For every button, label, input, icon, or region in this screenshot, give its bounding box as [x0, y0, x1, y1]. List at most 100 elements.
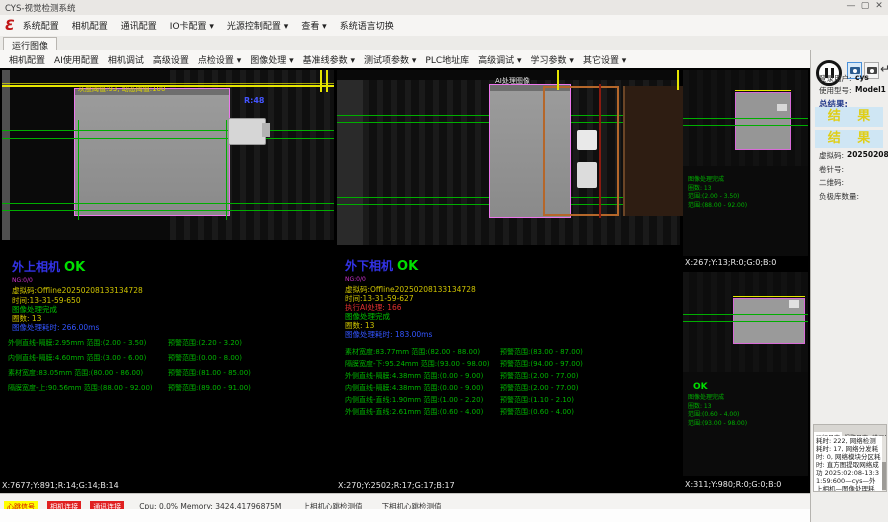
left-overlay-yellow-line-a	[2, 83, 334, 84]
thumb1-pixel-readout: X:267;Y:13;R:0;G:0;B:0	[685, 258, 776, 267]
middle-pixel-readout: X:270;Y:2502;R:17;G:17;B:17	[338, 481, 455, 490]
menu-item-camera-config[interactable]: 相机配置	[72, 19, 108, 32]
left-connector-tip	[262, 123, 270, 137]
menu-item-system-config[interactable]: 系统配置	[23, 19, 59, 32]
menu-item-light-config[interactable]: 光源控制配置 ▾	[227, 19, 288, 32]
middle-camera-name: 外下相机	[345, 259, 393, 273]
thumb2-pixel-readout: X:311;Y:980;R:0;G:0;B:0	[685, 480, 781, 489]
middle-camera-viewport[interactable]: AI处理图像	[337, 70, 680, 245]
middle-machinery-block	[623, 86, 685, 216]
left-yellow-vseg-b	[326, 70, 328, 92]
middle-camera-title: 外下相机 OK	[345, 255, 418, 274]
left-yellow-vseg-a	[320, 70, 322, 92]
tool-advanced-debug[interactable]: 高级调试 ▾	[478, 53, 521, 66]
result-box-1: 结 果	[815, 107, 883, 127]
tool-advanced-settings[interactable]: 高级设置	[153, 53, 189, 66]
middle-orange-roi	[543, 86, 619, 216]
left-camera-title: 外上相机OK	[12, 256, 85, 275]
menu-item-comm-config[interactable]: 通讯配置	[121, 19, 157, 32]
tool-image-processing[interactable]: 图像处理 ▾	[250, 53, 293, 66]
left-r-overlay: R:48	[244, 96, 265, 105]
tool-plc-address[interactable]: PLC地址库	[425, 53, 469, 66]
menu-item-language[interactable]: 系统语言切换	[340, 19, 394, 32]
thumb2-line-3: 范围:(93.00 - 98.00)	[688, 420, 747, 429]
return-arrow-icon: ↵	[880, 62, 888, 76]
middle-measure-3: 内侧直线-隔膜:4.38mm 范围:(0.00 - 9.00)	[345, 383, 483, 393]
log-content[interactable]: 耗时: 222, 网络检测耗时: 17, 网络分发耗时: 0, 网络模块分区耗时…	[814, 436, 886, 491]
thumb2-green-line-a	[683, 314, 808, 315]
left-overlay-green-line-c	[2, 203, 334, 204]
left-info-block: 外上相机OK NG:0/0 虚拟码:Offline202502081331347…	[2, 238, 334, 493]
maximize-button[interactable]: ▢	[858, 1, 872, 11]
middle-bright-blob-a	[577, 130, 597, 150]
return-arrow-button[interactable]: ↵	[880, 62, 888, 76]
status-bar-lower-strip	[0, 509, 810, 522]
middle-warn-4: 预警范围:(1.10 - 2.10)	[500, 395, 574, 405]
left-camera-viewport[interactable]: 灰度阈值:93, 动态阈值:100 R:48	[2, 70, 334, 240]
left-measure-2: 素材宽度:83.05mm 范围:(80.00 - 86.00)	[8, 368, 143, 378]
thumb2-green-line-b	[683, 321, 808, 322]
tool-learning-params[interactable]: 学习参数 ▾	[531, 53, 574, 66]
result-box-2: 结 果	[815, 130, 883, 148]
tool-ai-config[interactable]: AI使用配置	[54, 53, 99, 66]
tool-camera-config[interactable]: 相机配置	[9, 53, 45, 66]
menu-item-view[interactable]: 查看 ▾	[301, 19, 326, 32]
left-warn-2: 预警范围:(81.00 - 85.00)	[168, 368, 251, 378]
middle-ai-overlay: AI处理图像	[495, 76, 530, 86]
middle-ng-count: NG:0/0	[345, 276, 366, 283]
left-connector-blob	[228, 118, 266, 145]
log-tab-strip: 运行日志报警日志错误日志	[814, 425, 886, 436]
thumb1-line-2: 范围:(2.00 - 3.50)	[688, 193, 747, 202]
middle-yellow-vseg-b	[677, 70, 679, 90]
left-threshold-overlay: 灰度阈值:93, 动态阈值:100	[78, 84, 165, 94]
log-scrollbar[interactable]	[882, 436, 886, 491]
status-bar: 心跳信号 相机连接 通讯连接 Cpu: 0.0% Memory: 3424.41…	[0, 493, 810, 522]
tool-spot-check[interactable]: 点检设置 ▾	[198, 53, 241, 66]
middle-bright-blob-b	[577, 162, 597, 188]
middle-measure-1: 隔膜宽度-下:95.24mm 范围:(93.00 - 98.00)	[345, 359, 490, 369]
left-result-ok: OK	[64, 260, 85, 275]
thumb1-line-0: 图像处理完成	[688, 176, 747, 185]
user-label: 登录用户:	[819, 73, 852, 84]
middle-measure-0: 素材宽度:83.77mm 范围:(82.00 - 88.00)	[345, 347, 480, 357]
toolbar: 相机配置 AI使用配置 相机调试 高级设置 点检设置 ▾ 图像处理 ▾ 基准线参…	[0, 50, 810, 69]
tool-camera-debug[interactable]: 相机调试	[108, 53, 144, 66]
app-window: CYS-视觉检测系统 — ▢ ✕ Ɛ 系统配置 相机配置 通讯配置 IO卡配置 …	[0, 0, 888, 522]
thumb2-camera-viewport[interactable]: OK 图像处理完成 圈数: 13 范围:(0.60 - 4.00) 范围:(93…	[683, 272, 808, 476]
thumb1-line-1: 圈数: 13	[688, 185, 747, 194]
tool-baseline-params[interactable]: 基准线参数 ▾	[303, 53, 355, 66]
log-text: 耗时: 222, 网络检测耗时: 17, 网络分发耗时: 0, 网络模块分区耗时…	[814, 436, 886, 491]
close-button[interactable]: ✕	[872, 1, 886, 11]
thumb2-line-0: 图像处理完成	[688, 394, 747, 403]
left-image-edge	[2, 70, 10, 240]
menu-bar: Ɛ 系统配置 相机配置 通讯配置 IO卡配置 ▾ 光源控制配置 ▾ 查看 ▾ 系…	[0, 15, 888, 36]
thumb2-status-bar: X:311;Y:980;R:0;G:0;B:0	[683, 478, 808, 492]
virtual-code-label: 虚拟码:	[819, 150, 844, 161]
middle-result-ok: OK	[397, 259, 418, 274]
left-overlay-green-vline-b	[226, 120, 227, 220]
left-pixel-readout: X:7677;Y:891;R:14;G:14;B:14	[2, 481, 119, 490]
virtual-code-value: 20250208	[847, 150, 888, 159]
tool-other-settings[interactable]: 其它设置 ▾	[583, 53, 626, 66]
tool-test-params[interactable]: 测试项参数 ▾	[364, 53, 416, 66]
left-part-region	[74, 88, 230, 216]
thumb2-line-1: 圈数: 13	[688, 403, 747, 412]
log-scroll-thumb[interactable]	[882, 462, 886, 490]
left-overlay-green-line-d	[2, 210, 334, 211]
left-overlay-green-line-a	[2, 130, 334, 131]
left-warn-0: 预警范围:(2.20 - 3.20)	[168, 338, 242, 348]
minimize-button[interactable]: —	[844, 1, 858, 11]
left-ng-count: NG:0/0	[12, 277, 33, 284]
thumb2-yellow-line	[733, 296, 805, 297]
thumb1-yellow-line	[735, 90, 791, 91]
thumb1-camera-viewport[interactable]: 图像处理完成 圈数: 13 范围:(2.00 - 3.50) 范围:(88.00…	[683, 70, 808, 256]
thumb2-info-lines: 图像处理完成 圈数: 13 范围:(0.60 - 4.00) 范围:(93.00…	[688, 394, 747, 428]
model-label: 使用型号:	[819, 85, 852, 96]
middle-measure-4: 内侧直线-直线:1.90mm 范围:(1.00 - 2.20)	[345, 395, 483, 405]
left-overlay-green-line-b	[2, 138, 334, 139]
middle-warn-3: 预警范围:(2.00 - 77.00)	[500, 383, 578, 393]
menu-item-io-config[interactable]: IO卡配置 ▾	[170, 19, 214, 32]
left-overlay-green-vline-a	[78, 120, 79, 220]
thumb2-bright-blob	[789, 300, 799, 308]
bank-count-label: 负极库数量:	[819, 191, 859, 202]
